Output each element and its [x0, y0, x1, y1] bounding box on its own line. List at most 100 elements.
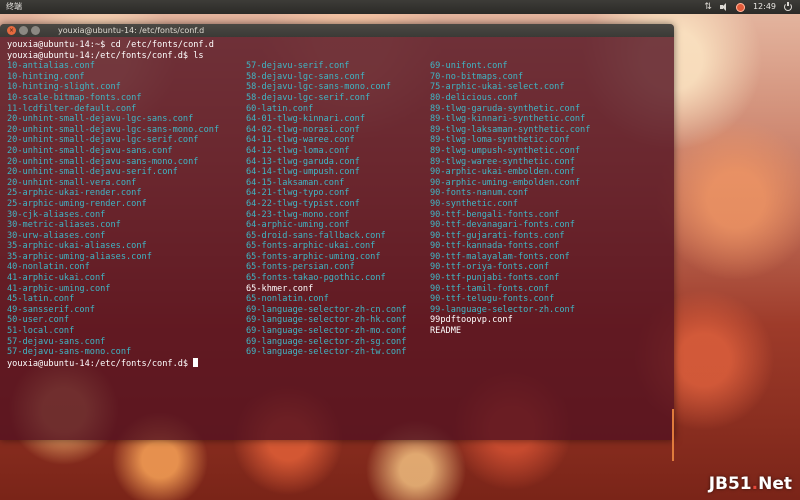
file-entry: 69-language-selector-zh-cn.conf: [246, 304, 407, 315]
file-entry: 64-12-tlwg-loma.conf: [246, 145, 350, 156]
close-button[interactable]: ×: [7, 26, 16, 35]
file-entry: 20-unhint-small-dejavu-lgc-sans.conf: [7, 114, 194, 125]
watermark-suffix: Net: [758, 474, 792, 494]
file-entry: 64-01-tlwg-kinnari.conf: [246, 114, 365, 125]
file-entry: 10-antialias.conf: [7, 61, 95, 72]
file-entry: 20-unhint-small-dejavu-serif.conf: [7, 167, 178, 178]
file-entry: 69-language-selector-zh-hk.conf: [246, 315, 407, 326]
file-entry: 69-language-selector-zh-tw.conf: [246, 347, 407, 358]
file-entry: 90-ttf-devanagari-fonts.conf: [430, 220, 575, 231]
terminal-window: × youxia@ubuntu-14: /etc/fonts/conf.d yo…: [0, 24, 674, 461]
file-entry: 64-15-laksaman.conf: [246, 177, 345, 188]
file-entry: 65-fonts-arphic-ukai.conf: [246, 241, 376, 252]
file-entry: 89-tlwg-laksaman-synthetic.conf: [430, 124, 591, 135]
file-entry: 30-urw-aliases.conf: [7, 230, 106, 241]
ls-column-3: 69-unifont.conf 70-no-bitmaps.conf 75-arph…: [430, 61, 630, 358]
file-entry: 45-latin.conf: [7, 294, 75, 305]
terminal-output[interactable]: youxia@ubuntu-14:~$ cd /etc/fonts/conf.d…: [0, 37, 674, 369]
scrollbar[interactable]: [672, 409, 674, 461]
file-entry: 51-local.conf: [7, 326, 75, 337]
file-entry: 99pdftoopvp.conf: [430, 315, 513, 326]
prompt: youxia@ubuntu-14:/etc/fonts/conf.d$: [7, 358, 194, 369]
file-entry: 10-hinting.conf: [7, 71, 85, 82]
watermark: JB51.Net: [709, 474, 792, 494]
system-tray: ⇅ 12:49: [704, 0, 800, 14]
file-entry: 69-language-selector-zh-mo.conf: [246, 326, 407, 337]
file-entry: 35-arphic-uming-aliases.conf: [7, 251, 152, 262]
file-entry: 65-droid-sans-fallback.conf: [246, 230, 386, 241]
file-entry: 58-dejavu-lgc-sans.conf: [246, 71, 365, 82]
file-entry: 65-fonts-takao-pgothic.conf: [246, 273, 386, 284]
file-entry: 25-arphic-ukai-render.conf: [7, 188, 142, 199]
ls-output: 10-antialias.conf 10-hinting.conf 10-hinti…: [7, 61, 674, 358]
top-panel: 终端 ⇅ 12:49: [0, 0, 800, 14]
watermark-prefix: JB51: [708, 474, 752, 494]
file-entry: 64-23-tlwg-mono.conf: [246, 209, 350, 220]
terminal-line: youxia@ubuntu-14:~$ cd /etc/fonts/conf.d: [7, 40, 214, 50]
file-entry: 57-dejavu-sans.conf: [7, 336, 106, 347]
volume-icon[interactable]: [719, 3, 728, 11]
file-entry: 99-language-selector-zh.conf: [430, 304, 575, 315]
file-entry: 69-unifont.conf: [430, 61, 508, 72]
ls-column-1: 10-antialias.conf 10-hinting.conf 10-hinti…: [7, 61, 246, 358]
file-entry: 90-ttf-telugu-fonts.conf: [430, 294, 555, 305]
file-entry: 64-21-tlwg-typo.conf: [246, 188, 350, 199]
file-entry: 20-unhint-small-dejavu-sans.conf: [7, 145, 173, 156]
file-entry: 30-metric-aliases.conf: [7, 220, 121, 231]
file-entry: 69-language-selector-zh-sg.conf: [246, 336, 407, 347]
file-entry: 90-ttf-punjabi-fonts.conf: [430, 273, 560, 284]
file-entry: 90-ttf-gujarati-fonts.conf: [430, 230, 565, 241]
file-entry: 64-13-tlwg-garuda.conf: [246, 156, 360, 167]
file-entry: 25-arphic-uming-render.conf: [7, 198, 147, 209]
clock[interactable]: 12:49: [753, 0, 776, 14]
file-entry: 89-tlwg-waree-synthetic.conf: [430, 156, 575, 167]
file-entry: 89-tlwg-kinnari-synthetic.conf: [430, 114, 586, 125]
file-entry: 20-unhint-small-dejavu-lgc-serif.conf: [7, 135, 199, 146]
power-icon[interactable]: [784, 2, 792, 11]
file-entry: 57-dejavu-serif.conf: [246, 61, 350, 72]
file-entry: 20-unhint-small-vera.conf: [7, 177, 137, 188]
terminal-line: youxia@ubuntu-14:/etc/fonts/conf.d$ ls: [7, 50, 204, 61]
file-entry: 89-tlwg-umpush-synthetic.conf: [430, 145, 581, 156]
file-entry: 50-user.conf: [7, 315, 70, 326]
file-entry: 90-ttf-malayalam-fonts.conf: [430, 251, 570, 262]
file-entry: 64-02-tlwg-norasi.conf: [246, 124, 360, 135]
file-entry: 30-cjk-aliases.conf: [7, 209, 106, 220]
user-icon[interactable]: [735, 2, 745, 12]
file-entry: 60-latin.conf: [246, 103, 314, 114]
file-entry: 41-arphic-ukai.conf: [7, 273, 106, 284]
file-entry: 20-unhint-small-dejavu-sans-mono.conf: [7, 156, 199, 167]
file-entry: 65-khmer.conf: [246, 283, 314, 294]
network-icon[interactable]: ⇅: [704, 0, 712, 14]
active-app-title[interactable]: 终端: [0, 0, 22, 14]
file-entry: 65-fonts-persian.conf: [246, 262, 355, 273]
file-entry: 10-scale-bitmap-fonts.conf: [7, 92, 142, 103]
window-titlebar[interactable]: × youxia@ubuntu-14: /etc/fonts/conf.d: [0, 24, 674, 37]
ls-column-2: 57-dejavu-serif.conf 58-dejavu-lgc-sans.c…: [246, 61, 430, 358]
file-entry: 10-hinting-slight.conf: [7, 82, 121, 93]
file-entry: 40-nonlatin.conf: [7, 262, 90, 273]
terminal-prompt-line: youxia@ubuntu-14:/etc/fonts/conf.d$: [7, 357, 674, 369]
file-entry: 58-dejavu-lgc-serif.conf: [246, 92, 371, 103]
file-entry: 64-22-tlwg-typist.conf: [246, 198, 360, 209]
file-entry: README: [430, 326, 462, 337]
file-entry: 64-11-tlwg-waree.conf: [246, 135, 355, 146]
file-entry: 64-arphic-uming.conf: [246, 220, 350, 231]
text-cursor: [193, 357, 199, 367]
file-entry: 41-arphic-uming.conf: [7, 283, 111, 294]
file-entry: 90-fonts-nanum.conf: [430, 188, 529, 199]
file-entry: 75-arphic-ukai-select.conf: [430, 82, 565, 93]
file-entry: 49-sansserif.conf: [7, 304, 95, 315]
file-entry: 90-ttf-kannada-fonts.conf: [430, 241, 560, 252]
file-entry: 80-delicious.conf: [430, 92, 518, 103]
file-entry: 90-arphic-ukai-embolden.conf: [430, 167, 575, 178]
file-entry: 65-nonlatin.conf: [246, 294, 329, 305]
file-entry: 89-tlwg-garuda-synthetic.conf: [430, 103, 581, 114]
file-entry: 57-dejavu-sans-mono.conf: [7, 347, 132, 358]
window-controls: ×: [0, 26, 40, 35]
file-entry: 65-fonts-arphic-uming.conf: [246, 251, 381, 262]
minimize-button[interactable]: [19, 26, 28, 35]
file-entry: 11-lcdfilter-default.conf: [7, 103, 137, 114]
file-entry: 64-14-tlwg-umpush.conf: [246, 167, 360, 178]
maximize-button[interactable]: [31, 26, 40, 35]
